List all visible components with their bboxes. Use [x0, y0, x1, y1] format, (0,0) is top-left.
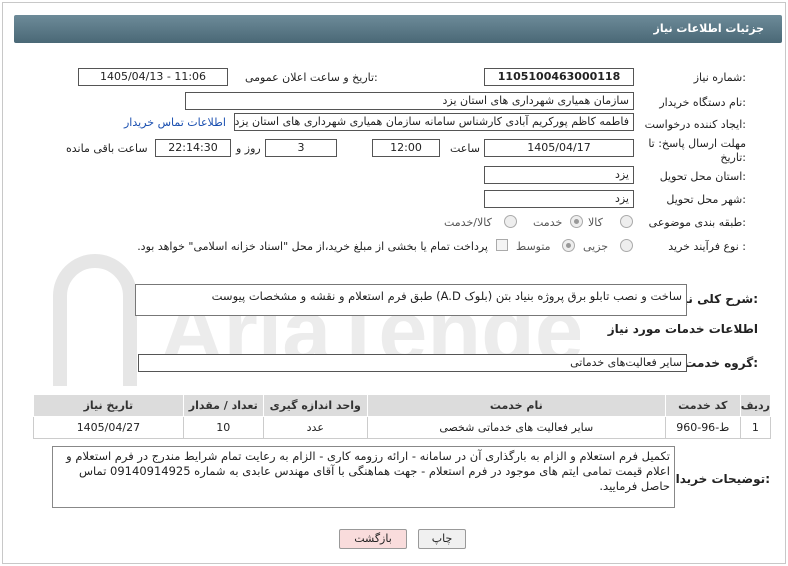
buyer-org-field: سازمان همیاری شهرداری های استان یزد — [185, 92, 634, 110]
print-button[interactable]: چاپ — [418, 529, 466, 549]
cell-unit: عدد — [262, 416, 368, 439]
process-option-minor: جزیی — [583, 240, 609, 253]
deadline-time-field: 12:00 — [372, 139, 440, 157]
services-table: ردیف کد خدمت نام خدمت واحد اندازه گیری ت… — [33, 394, 772, 439]
deadline-label: مهلت ارسال پاسخ: تا — [648, 137, 746, 150]
requester-field: فاطمه کاظم پورکریم آبادی کارشناس سامانه … — [234, 113, 634, 131]
days-label: روز و — [236, 142, 261, 155]
deadline-time-label: ساعت — [450, 142, 480, 155]
buyer-org-label: نام دستگاه خریدار: — [659, 96, 746, 109]
announce-date-field: 1405/04/13 - 11:06 — [78, 68, 228, 86]
category-option-goods-service: کالا/خدمت — [444, 216, 492, 229]
delivery-city-label: شهر محل تحویل: — [666, 193, 746, 206]
back-button[interactable]: بازگشت — [339, 529, 407, 549]
process-radio-medium[interactable] — [562, 239, 575, 252]
buyer-notes-label: توضیحات خریدار: — [668, 472, 770, 486]
requester-label: ایجاد کننده درخواست: — [644, 118, 746, 131]
page-header: جزئیات اطلاعات نیاز — [14, 15, 782, 43]
cell-need-date: 1405/04/27 — [33, 416, 184, 439]
col-service-name: نام خدمت — [366, 394, 666, 417]
col-quantity: تعداد / مقدار — [182, 394, 264, 417]
category-option-goods: کالا — [588, 216, 603, 229]
col-need-date: تاریخ نیاز — [33, 394, 184, 417]
delivery-city-field: یزد — [484, 190, 634, 208]
buyer-contact-link[interactable]: اطلاعات تماس خریدار — [124, 116, 226, 129]
process-option-medium: متوسط — [516, 240, 551, 253]
table-row: 1 ط-96-960 سایر فعالیت های خدماتی شخصی ع… — [33, 416, 772, 439]
service-group-field: سایر فعالیت‌های خدماتی — [138, 354, 687, 372]
cell-service-code: ط-96-960 — [664, 416, 741, 439]
cell-quantity: 10 — [182, 416, 264, 439]
treasury-checkbox[interactable] — [496, 239, 508, 251]
need-number-label: شماره نیاز: — [693, 71, 746, 84]
col-unit: واحد اندازه گیری — [262, 394, 368, 417]
announce-date-label: تاریخ و ساعت اعلان عمومی: — [245, 71, 378, 84]
description-field[interactable]: ساخت و نصب تابلو برق پروژه بنیاد بتن (بل… — [135, 284, 687, 316]
col-service-code: کد خدمت — [664, 394, 741, 417]
services-section-title: اطلاعات خدمات مورد نیاز — [607, 322, 758, 336]
service-group-label: گروه خدمت: — [684, 356, 758, 370]
col-row: ردیف — [739, 394, 772, 417]
category-option-service: خدمت — [533, 216, 563, 229]
buyer-notes-field[interactable]: تکمیل فرم استعلام و الزام به بارگذاری آن… — [52, 446, 675, 508]
process-radio-minor[interactable] — [620, 239, 633, 252]
delivery-province-field: یزد — [484, 166, 634, 184]
table-header-row: ردیف کد خدمت نام خدمت واحد اندازه گیری ت… — [33, 394, 772, 417]
category-radio-service[interactable] — [570, 215, 583, 228]
category-label: طبقه بندی موضوعی: — [648, 216, 746, 229]
treasury-note: پرداخت تمام یا بخشی از مبلغ خرید،از محل … — [137, 240, 488, 253]
cell-row: 1 — [739, 416, 772, 439]
category-radio-goods[interactable] — [620, 215, 633, 228]
page-title: جزئیات اطلاعات نیاز — [653, 22, 765, 35]
remaining-time-field: 22:14:30 — [155, 139, 231, 157]
remaining-days-field: 3 — [265, 139, 337, 157]
remaining-label: ساعت باقی مانده — [66, 142, 148, 155]
deadline-date-label: تاریخ: — [720, 151, 746, 164]
category-radio-goods-service[interactable] — [504, 215, 517, 228]
need-number-field: 1105100463000118 — [484, 68, 634, 86]
deadline-date-field: 1405/04/17 — [484, 139, 634, 157]
cell-service-name: سایر فعالیت های خدماتی شخصی — [366, 416, 666, 439]
delivery-province-label: استان محل تحویل: — [659, 170, 746, 183]
process-type-label: نوع فرآیند خرید : — [668, 240, 746, 253]
